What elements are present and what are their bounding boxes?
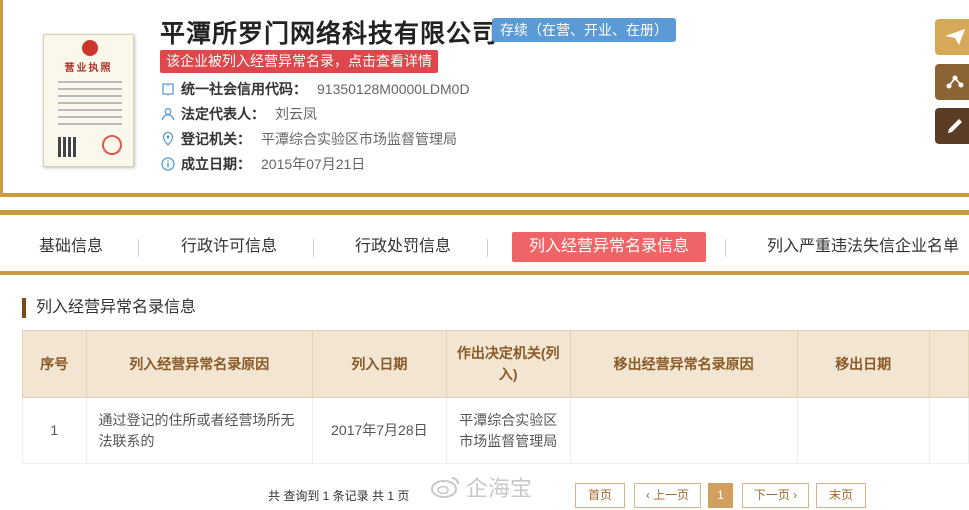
cell-date: 2017年7月28日 xyxy=(311,397,447,464)
status-badge: 存续（在营、开业、在册） xyxy=(492,18,676,42)
qr-code-icon xyxy=(58,137,78,157)
abnormal-warning-link[interactable]: 该企业被列入经营异常名录，点击查看详情 xyxy=(160,50,438,73)
tab-serious-violation[interactable]: 列入严重违法失信企业名单（ xyxy=(767,232,969,262)
send-button[interactable] xyxy=(935,19,969,55)
header-removal-reason: 移出经营异常名录原因 xyxy=(569,330,798,398)
prev-page-button[interactable]: ‹ 上一页 xyxy=(634,483,701,508)
credit-code-value: 91350128M0000LDM0D xyxy=(317,81,470,97)
tab-basic-info[interactable]: 基础信息 xyxy=(39,232,103,262)
tab-admin-license[interactable]: 行政许可信息 xyxy=(181,232,277,262)
cell-removal-date xyxy=(796,397,930,464)
legal-rep-label: 法定代表人： xyxy=(181,106,265,122)
cell-index: 1 xyxy=(22,397,87,464)
current-page-button[interactable]: 1 xyxy=(708,483,733,508)
header-overflow xyxy=(928,330,969,398)
established-date-row: 成立日期： 2015年07月21日 xyxy=(161,154,365,174)
cell-authority: 平潭综合实验区市场监督管理局 xyxy=(445,397,571,464)
legal-rep-row: 法定代表人： 刘云凤 xyxy=(161,104,317,124)
header-removal-date: 移出日期 xyxy=(796,330,930,398)
registration-authority-label: 登记机关： xyxy=(181,131,251,147)
last-page-button[interactable]: 末页 xyxy=(816,483,866,508)
header-reason: 列入经营异常名录原因 xyxy=(85,330,313,398)
national-emblem-icon xyxy=(82,40,98,56)
user-icon xyxy=(161,107,175,121)
tab-admin-penalty[interactable]: 行政处罚信息 xyxy=(355,232,451,262)
cell-overflow xyxy=(928,397,969,464)
established-date-label: 成立日期： xyxy=(181,156,251,172)
watermark: 企海宝 xyxy=(430,471,532,503)
edit-icon xyxy=(948,119,962,133)
tab-abnormal-list[interactable]: 列入经营异常名录信息 xyxy=(512,232,707,262)
share-button[interactable] xyxy=(935,64,969,100)
tab-bar: 基础信息 行政许可信息 行政处罚信息 列入经营异常名录信息 列入严重违法失信企业… xyxy=(0,215,969,275)
cell-reason: 通过登记的住所或者经营场所无法联系的 xyxy=(85,397,313,464)
send-icon xyxy=(945,29,965,45)
header-index: 序号 xyxy=(22,330,87,398)
legal-rep-value: 刘云凤 xyxy=(275,106,317,122)
registration-authority-row: 登记机关： 平潭综合实验区市场监督管理局 xyxy=(161,129,457,149)
company-name: 平潭所罗门网络科技有限公司 xyxy=(160,20,499,48)
business-license-image[interactable]: 营业执照 xyxy=(43,34,134,167)
table-row: 1 通过登记的住所或者经营场所无法联系的 2017年7月28日 平潭综合实验区市… xyxy=(22,397,969,464)
header-date: 列入日期 xyxy=(311,330,447,398)
tab-divider xyxy=(313,239,314,257)
table-header-row: 序号 列入经营异常名录原因 列入日期 作出决定机关(列入) 移出经营异常名录原因… xyxy=(22,330,969,398)
location-pin-icon xyxy=(161,132,175,146)
header-authority: 作出决定机关(列入) xyxy=(445,330,571,398)
tab-divider xyxy=(138,239,139,257)
edit-button[interactable] xyxy=(935,108,969,144)
license-text-lines xyxy=(58,81,122,130)
share-icon xyxy=(946,75,964,89)
section-title: 列入经营异常名录信息 xyxy=(22,298,196,318)
page-summary: 共 查询到 1 条记录 共 1 页 xyxy=(268,489,410,503)
tab-divider xyxy=(487,239,488,257)
book-icon xyxy=(161,82,175,96)
registration-authority-value: 平潭综合实验区市场监督管理局 xyxy=(261,131,457,147)
info-icon xyxy=(161,157,175,171)
watermark-text: 企海宝 xyxy=(466,476,533,501)
license-title: 营业执照 xyxy=(64,63,113,74)
abnormal-records-table: 序号 列入经营异常名录原因 列入日期 作出决定机关(列入) 移出经营异常名录原因… xyxy=(22,330,969,464)
cell-removal-reason xyxy=(569,397,798,464)
seal-icon xyxy=(102,135,122,155)
established-date-value: 2015年07月21日 xyxy=(261,156,366,172)
credit-code-label: 统一社会信用代码： xyxy=(181,81,307,97)
tab-divider xyxy=(725,239,726,257)
credit-code-row: 统一社会信用代码： 91350128M0000LDM0D xyxy=(161,79,470,99)
next-page-button[interactable]: 下一页 › xyxy=(742,483,809,508)
weibo-logo-icon xyxy=(431,477,459,498)
company-header: 营业执照 平潭所罗门网络科技有限公司 存续（在营、开业、在册） 该企业被列入经营… xyxy=(0,0,969,197)
first-page-button[interactable]: 首页 xyxy=(575,483,625,508)
